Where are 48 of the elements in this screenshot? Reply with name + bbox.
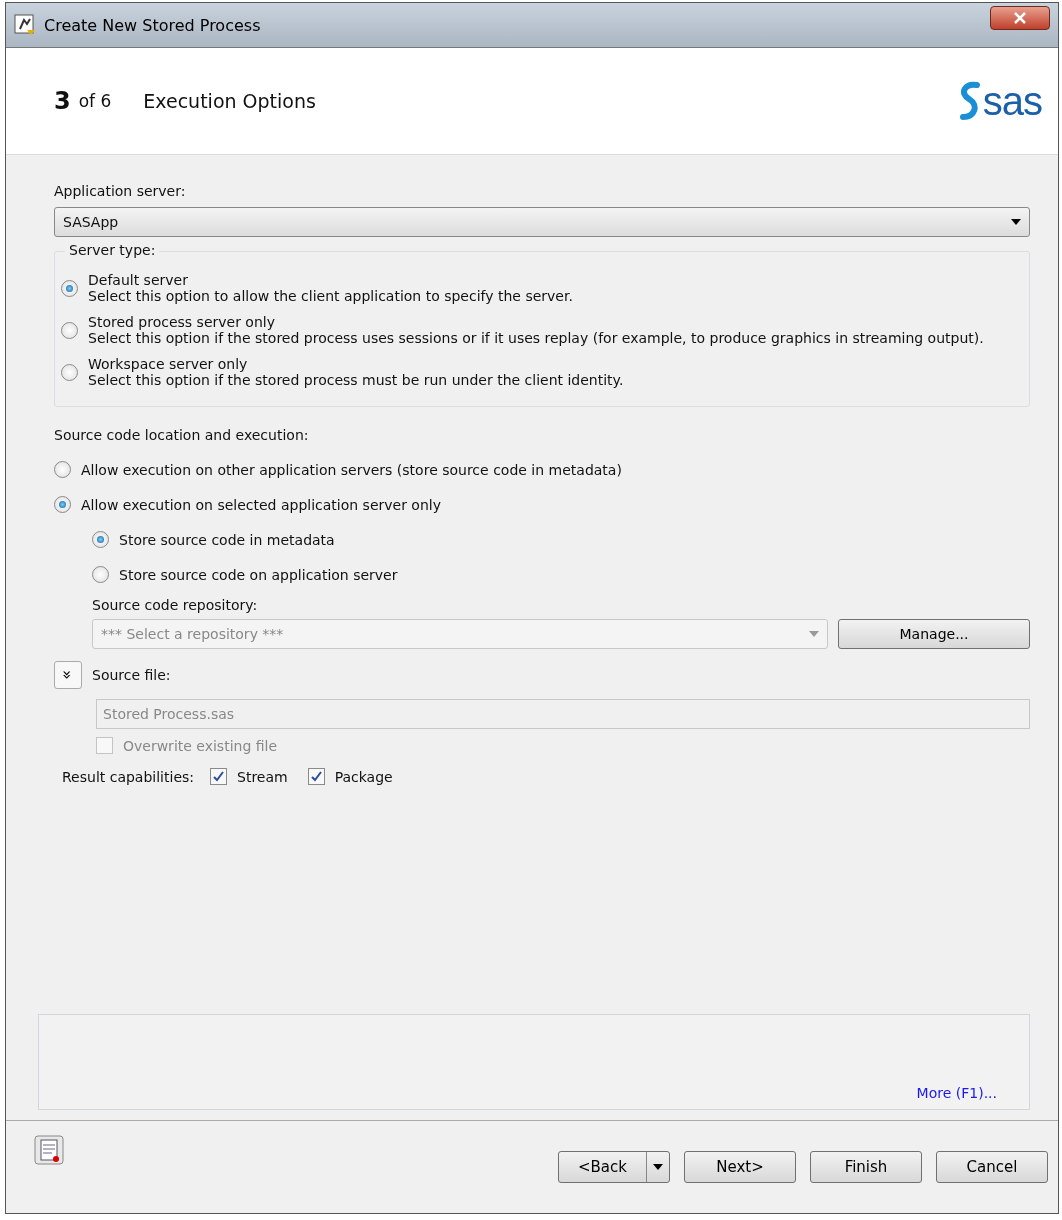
wizard-icon	[14, 14, 36, 36]
server-dropdown[interactable]: SASApp	[54, 207, 1030, 237]
section-label: Source code location and execution:	[54, 427, 310, 443]
caret-icon	[1011, 219, 1021, 225]
radio-button[interactable]	[61, 363, 78, 381]
option-label: Allow execution on selected application server only	[81, 496, 441, 513]
option-description: Select this option if the stored process must be run under the client identity.	[88, 372, 624, 388]
checkbox-label: Stream	[237, 768, 288, 785]
option-label: Store source code in metadata	[119, 531, 335, 548]
option-label: Stored process server only	[88, 314, 276, 330]
radio-button[interactable]	[54, 461, 71, 478]
radio-button[interactable]	[92, 531, 109, 548]
option-label: Default server	[88, 272, 189, 288]
notepad-icon[interactable]	[34, 1135, 64, 1165]
field-label: Result capabilities:	[62, 768, 194, 785]
option-description: Select this option to allow the client application to specify the server.	[88, 288, 573, 304]
checkbox[interactable]	[307, 768, 325, 785]
wizard-button[interactable]: Cancel	[936, 1151, 1048, 1183]
option-label: Workspace server only	[88, 356, 249, 372]
checkbox-label: Overwrite existing file	[123, 737, 278, 754]
checkbox-label: Package	[334, 768, 393, 785]
step-total: of 6	[78, 91, 112, 111]
help-link[interactable]: More (F1)...	[916, 1085, 997, 1101]
wizard-button[interactable]: Finish	[810, 1151, 922, 1183]
logo-text: sas	[982, 78, 1042, 124]
option-label: Allow execution on other application servers (store source code in metadata)	[81, 461, 622, 478]
field-label: Source file:	[92, 667, 171, 683]
radio-button[interactable]	[61, 279, 78, 297]
check-icon	[213, 771, 224, 782]
field-label: Source code repository:	[92, 597, 259, 613]
back-button[interactable]: <Back	[558, 1151, 670, 1183]
checkbox[interactable]	[210, 768, 227, 785]
option-description: Select this option if the stored process uses sessions or if it uses replay (for example, to produce graphics in streaming output).	[88, 330, 984, 346]
check-icon	[310, 771, 322, 782]
close-button[interactable]	[990, 6, 1050, 30]
wizard-button[interactable]: Next>	[684, 1151, 796, 1183]
field-label: Application server:	[54, 183, 187, 199]
radio-button[interactable]	[92, 566, 109, 583]
caret-icon	[653, 1164, 663, 1170]
group-legend: Server type:	[65, 242, 160, 258]
radio-button[interactable]	[54, 496, 71, 513]
page-title: Execution Options	[143, 90, 317, 112]
window-title: Create New Stored Process	[44, 15, 262, 35]
step-number: 3	[54, 87, 71, 115]
radio-button[interactable]	[61, 321, 78, 339]
option-label: Store source code on application server	[119, 566, 398, 583]
close-icon	[1014, 12, 1026, 24]
caret-icon	[809, 631, 819, 637]
